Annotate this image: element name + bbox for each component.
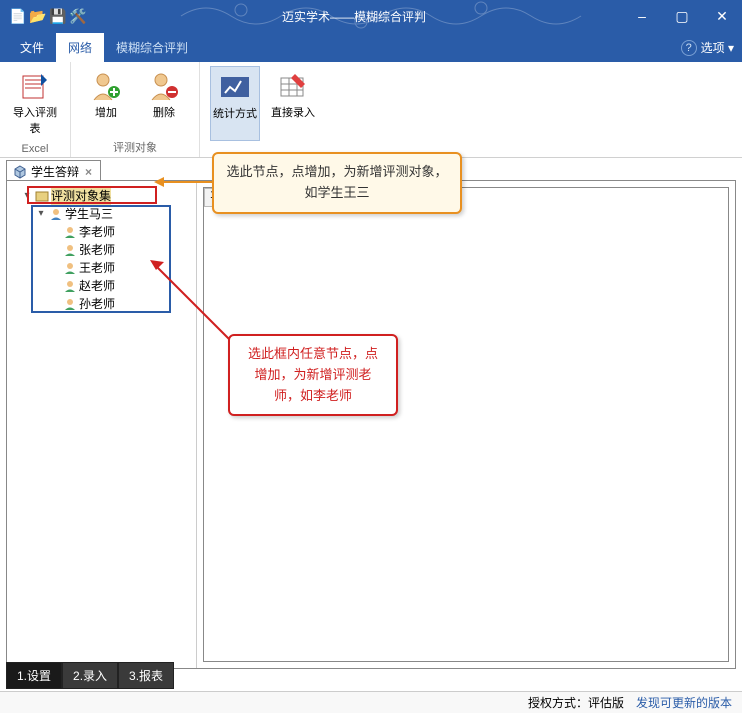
save-icon[interactable]: 💾	[50, 8, 66, 24]
tab-report[interactable]: 3.报表	[118, 662, 174, 689]
person-small-icon	[63, 297, 77, 311]
document-tab[interactable]: 学生答辩 ×	[6, 160, 101, 182]
delete-button[interactable]: 删除	[139, 66, 189, 137]
person-small-icon	[63, 261, 77, 275]
person-small-icon	[63, 279, 77, 293]
tree-teacher-row[interactable]: 李老师	[49, 223, 196, 241]
window-title: 迈实学术——模糊综合评判	[86, 8, 622, 25]
tree-root-label: 评测对象集	[51, 187, 111, 205]
menu-options[interactable]: 选项 ▾	[701, 39, 734, 56]
tree-teacher-row[interactable]: 王老师	[49, 259, 196, 277]
callout-add-teacher: 选此框内任意节点，点增加，为新增评测老师，如李老师	[228, 334, 398, 416]
tab-input[interactable]: 2.录入	[62, 662, 118, 689]
tree-teacher-row[interactable]: 孙老师	[49, 295, 196, 313]
direct-input-button[interactable]: 直接录入	[268, 66, 318, 141]
bottom-tabs: 1.设置 2.录入 3.报表	[6, 662, 174, 689]
import-table-button[interactable]: 导入评测表	[10, 66, 60, 141]
chart-icon	[219, 71, 251, 103]
quick-access-toolbar: 📄 📂 💾 🛠️	[0, 8, 86, 24]
ribbon-group-target: 增加 删除 评测对象	[71, 62, 200, 157]
tree-teacher-row[interactable]: 赵老师	[49, 277, 196, 295]
chevron-down-icon[interactable]: ▾	[21, 187, 33, 205]
chevron-down-icon[interactable]: ▾	[35, 205, 47, 223]
tab-close-button[interactable]: ×	[83, 165, 94, 179]
title-bar: 📄 📂 💾 🛠️ 迈实学术——模糊综合评判 – ▢ ✕	[0, 0, 742, 32]
tree-pane: ▾ 评测对象集 ▾ 学生马三 李老师张老师王老师赵老师孙老师	[7, 181, 197, 668]
data-grid[interactable]: 1 学生马三	[203, 187, 729, 662]
tree-teacher-label: 张老师	[79, 241, 115, 259]
add-button[interactable]: 增加	[81, 66, 131, 137]
tree-teacher-label: 李老师	[79, 223, 115, 241]
tree-root-row[interactable]: ▾ 评测对象集	[21, 187, 196, 205]
maximize-button[interactable]: ▢	[662, 0, 702, 32]
menu-network[interactable]: 网络	[56, 33, 104, 62]
add-person-icon	[90, 70, 122, 102]
tree-student-label: 学生马三	[65, 205, 113, 223]
auth-mode-label: 授权方式：评估版	[528, 694, 624, 711]
menu-file[interactable]: 文件	[8, 33, 56, 62]
tools-icon[interactable]: 🛠️	[70, 8, 86, 24]
tree-teacher-label: 孙老师	[79, 295, 115, 313]
callout-add-object: 选此节点，点增加，为新增评测对象，如学生王三	[212, 152, 462, 214]
grid-pane: 1 学生马三	[197, 181, 735, 668]
category-icon	[35, 189, 49, 203]
cube-icon	[13, 165, 27, 179]
folder-icon[interactable]: 📂	[30, 8, 46, 24]
content-area: ▾ 评测对象集 ▾ 学生马三 李老师张老师王老师赵老师孙老师	[6, 180, 736, 669]
menu-bar: 文件 网络 模糊综合评判 ? 选项 ▾	[0, 32, 742, 62]
import-icon	[19, 70, 51, 102]
update-link[interactable]: 发现可更新的版本	[636, 694, 732, 711]
menu-fuzzy[interactable]: 模糊综合评判	[104, 33, 200, 62]
tree-teacher-row[interactable]: 张老师	[49, 241, 196, 259]
delete-person-icon	[148, 70, 180, 102]
minimize-button[interactable]: –	[622, 0, 662, 32]
close-button[interactable]: ✕	[702, 0, 742, 32]
person-small-icon	[63, 243, 77, 257]
ribbon: 导入评测表 Excel 增加 删除 评测对象 统计方式 直接录入	[0, 62, 742, 158]
person-icon	[49, 207, 63, 221]
help-icon[interactable]: ?	[681, 40, 697, 56]
document-tab-title: 学生答辩	[31, 163, 79, 180]
status-bar: 授权方式：评估版 发现可更新的版本	[0, 691, 742, 713]
ribbon-group-excel: 导入评测表 Excel	[0, 62, 71, 157]
tree-teacher-label: 王老师	[79, 259, 115, 277]
edit-grid-icon	[277, 70, 309, 102]
tab-settings[interactable]: 1.设置	[6, 662, 62, 689]
object-tree[interactable]: ▾ 评测对象集 ▾ 学生马三 李老师张老师王老师赵老师孙老师	[7, 187, 196, 313]
person-small-icon	[63, 225, 77, 239]
tree-student-row[interactable]: ▾ 学生马三	[35, 205, 196, 223]
stat-mode-button[interactable]: 统计方式	[210, 66, 260, 141]
ribbon-group-misc: 统计方式 直接录入	[200, 62, 328, 157]
tree-teacher-label: 赵老师	[79, 277, 115, 295]
file-open-icon[interactable]: 📄	[10, 8, 26, 24]
